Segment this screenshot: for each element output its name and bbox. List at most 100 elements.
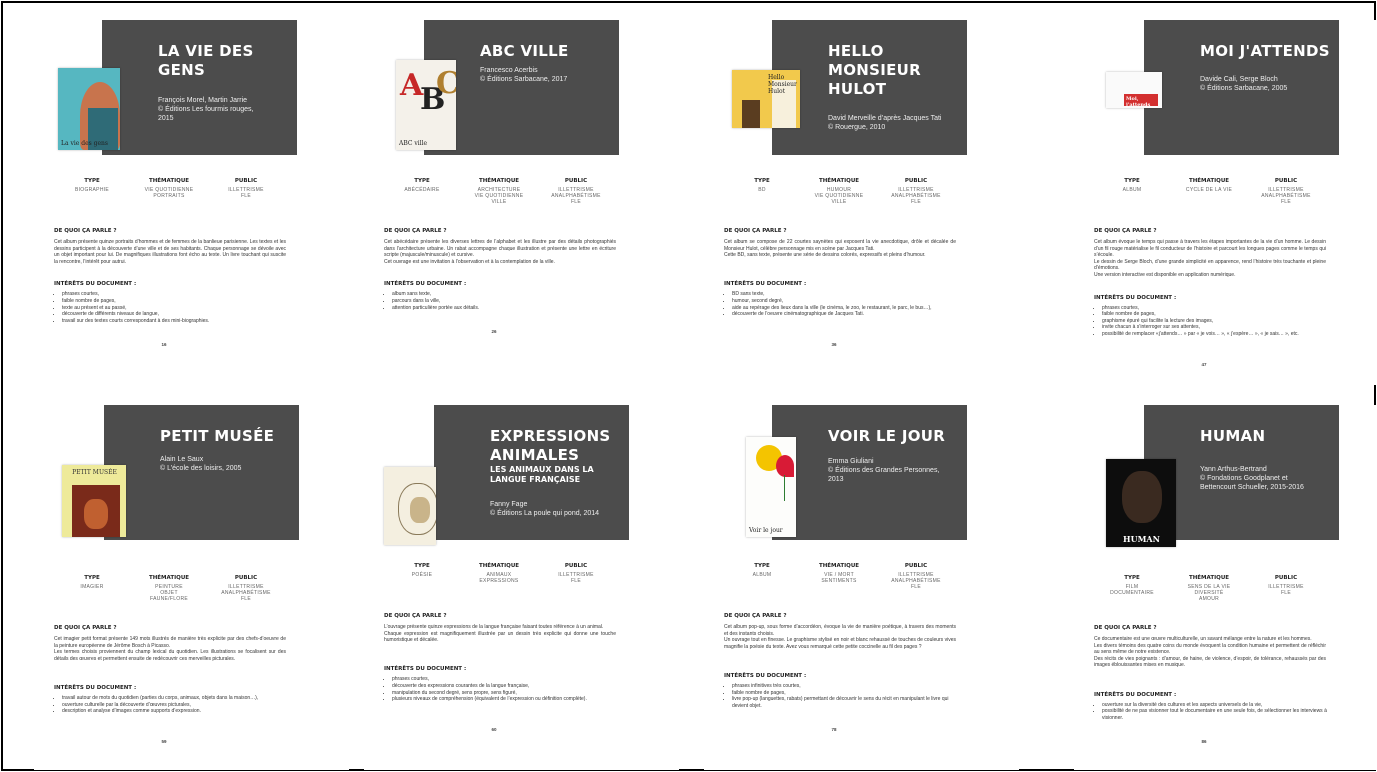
section-heading-interests: INTÉRÊTS DU DOCUMENT : [384, 666, 467, 673]
public-value: FLE [1280, 590, 1292, 596]
list-item: BD sans texte, [732, 291, 964, 298]
list-item: possibilité de ne pas visionner tout le … [1102, 708, 1334, 721]
list-item: ouverture culturelle par la découverte d… [62, 702, 294, 709]
credit-line: Yann Arthus-Bertrand [1200, 466, 1267, 473]
book-cover-image: PETIT MUSÉE [62, 465, 126, 537]
public-column: PUBLIC ILLETTRISME FLE [208, 178, 284, 199]
book-title: LA VIE DES GENS [158, 42, 254, 79]
summary-paragraph: Des récits de vies poignants : d’amour, … [1094, 655, 1326, 669]
theme-label: THÉMATIQUE [818, 178, 860, 184]
type-column: TYPE BD [724, 178, 800, 193]
cover-title: ABC ville [399, 140, 428, 147]
public-column: PUBLIC ILLETTRISME ANALPHABÉTISME FLE [878, 563, 954, 590]
public-value: FLE [910, 199, 922, 205]
type-value: ALBUM [752, 572, 772, 578]
book-meta: TYPE FILM DOCUMENTAIRE THÉMATIQUE SENS DE… [1094, 575, 1324, 611]
type-label: TYPE [1124, 575, 1140, 581]
list-item: parcours dans la ville, [392, 298, 624, 305]
summary-paragraph: Cette BD, sans texte, présente une série… [724, 252, 926, 259]
public-label: PUBLIC [564, 178, 588, 184]
summary-paragraph: Chaque expression est magnifiquement ill… [384, 630, 616, 644]
type-value: POÉSIE [411, 572, 433, 578]
public-column: PUBLIC ILLETTRISME ANALPHABÉTISME FLE [1248, 178, 1324, 205]
book-title: ABC VILLE [480, 42, 569, 60]
list-item: ouverture sur la diversité des cultures … [1102, 702, 1334, 709]
summary-text: Cet abécédaire présente les diverses let… [384, 239, 616, 265]
public-column: PUBLIC ILLETTRISME FLE [538, 563, 614, 584]
page-number: 36 [831, 342, 837, 348]
theme-label: THÉMATIQUE [1188, 178, 1230, 184]
list-item: phrases courtes, [392, 676, 624, 683]
list-item: travail sur des textes courts correspond… [62, 318, 294, 325]
theme-label: THÉMATIQUE [1188, 575, 1230, 581]
list-item: faible nombre de pages, [62, 298, 294, 305]
book-title: PETIT MUSÉE [160, 427, 275, 445]
section-heading-interests: INTÉRÊTS DU DOCUMENT : [724, 673, 807, 679]
public-column: PUBLIC ILLETTRISME ANALPHABÉTISME FLE [878, 178, 954, 205]
interests-list: phrases infinitives très courtes,faible … [724, 683, 964, 709]
list-item: description et analyse d’images comme su… [62, 708, 294, 715]
book-title: MOI J'ATTENDS [1200, 42, 1330, 60]
cover-title: La vie des gens [61, 140, 108, 147]
theme-label: THÉMATIQUE [818, 563, 860, 569]
type-column: TYPE POÉSIE [384, 563, 460, 578]
interests-list: phrases courtes,découverte des expressio… [384, 676, 624, 702]
book-card: EXPRESSIONS ANIMALES LES ANIMAUX DANS LA … [364, 405, 679, 770]
cover-title: Hello Monsieur Hulot [768, 74, 797, 95]
summary-text: L’ouvrage présente quinze expressions de… [384, 624, 616, 644]
public-value: FLE [1280, 199, 1292, 205]
page-number: 78 [831, 727, 837, 733]
section-heading-summary: DE QUOI ÇA PARLE ? [54, 228, 117, 234]
summary-text: Cet album présente quinze portraits d’ho… [54, 239, 286, 265]
book-credits: Emma Giuliani © Éditions des Grandes Pers… [828, 457, 963, 484]
interests-list: ouverture sur la diversité des cultures … [1094, 702, 1334, 722]
theme-value: EXPRESSIONS [479, 578, 519, 584]
section-heading-summary: DE QUOI ÇA PARLE ? [1094, 228, 1157, 234]
theme-column: THÉMATIQUE ANIMAUX EXPRESSIONS [461, 563, 537, 584]
summary-paragraph: Cet imagier petit format présente 149 mo… [54, 636, 286, 649]
list-item: attention particulière portée aux détail… [392, 305, 624, 312]
list-item: aide au repérage des lieux dans la ville… [732, 305, 964, 312]
type-value: ABÉCÉDAIRE [404, 187, 440, 193]
credit-line: Davide Cali, Serge Bloch [1200, 76, 1278, 83]
book-cover-image: Voir le jour [746, 437, 796, 537]
book-cover-image: HUMAN [1106, 459, 1176, 547]
theme-label: THÉMATIQUE [478, 563, 520, 569]
public-value: FLE [240, 193, 252, 199]
credit-line: Emma Giuliani [828, 458, 874, 465]
list-item: plusieurs niveaux de compréhension (équi… [392, 696, 624, 703]
summary-paragraph: Une version interactive est disponible e… [1094, 271, 1236, 278]
summary-text: Cet album pop-up, sous forme d’accordéon… [724, 624, 956, 650]
cover-title: Voir le jour [749, 527, 783, 534]
book-credits: David Merveille d’après Jacques Tati © Ro… [828, 114, 963, 132]
book-credits: François Morel, Martin Jarrie © Éditions … [158, 96, 293, 123]
list-item: découverte des expressions courantes de … [392, 683, 624, 690]
section-heading-summary: DE QUOI ÇA PARLE ? [1094, 625, 1157, 631]
theme-column: THÉMATIQUE HUMOUR VIE QUOTIDIENNE VILLE [801, 178, 877, 205]
section-heading-interests: INTÉRÊTS DU DOCUMENT : [1094, 294, 1177, 301]
book-cover-image: La vie des gens [58, 68, 120, 150]
section-heading-interests: INTÉRÊTS DU DOCUMENT : [384, 281, 467, 288]
summary-paragraph: Le dessin de Serge Bloch, d’une grande s… [1094, 258, 1326, 272]
credit-line: Fanny Fage [490, 501, 528, 508]
list-item: texte au présent et au passé, [62, 305, 294, 312]
summary-paragraph: L’ouvrage présente quinze expressions de… [384, 624, 604, 630]
book-meta: TYPE ALBUM THÉMATIQUE VIE / MORT SENTIMEN… [724, 563, 954, 599]
cover-title: HUMAN [1123, 534, 1160, 544]
book-card: HUMAN Yann Arthus-Bertrand © Fondations Go… [1074, 405, 1377, 770]
book-card: HELLO MONSIEUR HULOT David Merveille d’ap… [704, 20, 1019, 385]
type-value: IMAGIER [80, 584, 104, 590]
summary-text: Cet album se compose de 22 courtes saynè… [724, 239, 956, 259]
public-value: FLE [570, 199, 582, 205]
book-title: HUMAN [1200, 427, 1266, 445]
list-item: manipulation du second degré, sens propr… [392, 690, 624, 697]
book-card: ABC VILLE Francesco Acerbis © Éditions Sar… [364, 20, 679, 385]
book-subtitle: LES ANIMAUX DANS LA LANGUE FRANÇAISE [490, 465, 594, 484]
public-value: FLE [910, 584, 922, 590]
page-number: 60 [491, 727, 497, 733]
summary-paragraph: Les divers témoins des quatre coins du m… [1094, 642, 1326, 656]
section-heading-summary: DE QUOI ÇA PARLE ? [384, 613, 447, 619]
book-credits: Davide Cali, Serge Bloch © Éditions Sarba… [1200, 75, 1335, 93]
credit-line: Bettencourt Schueller, 2015-2016 [1200, 484, 1304, 491]
list-item: graphisme épuré qui facilite la lecture … [1102, 318, 1334, 325]
